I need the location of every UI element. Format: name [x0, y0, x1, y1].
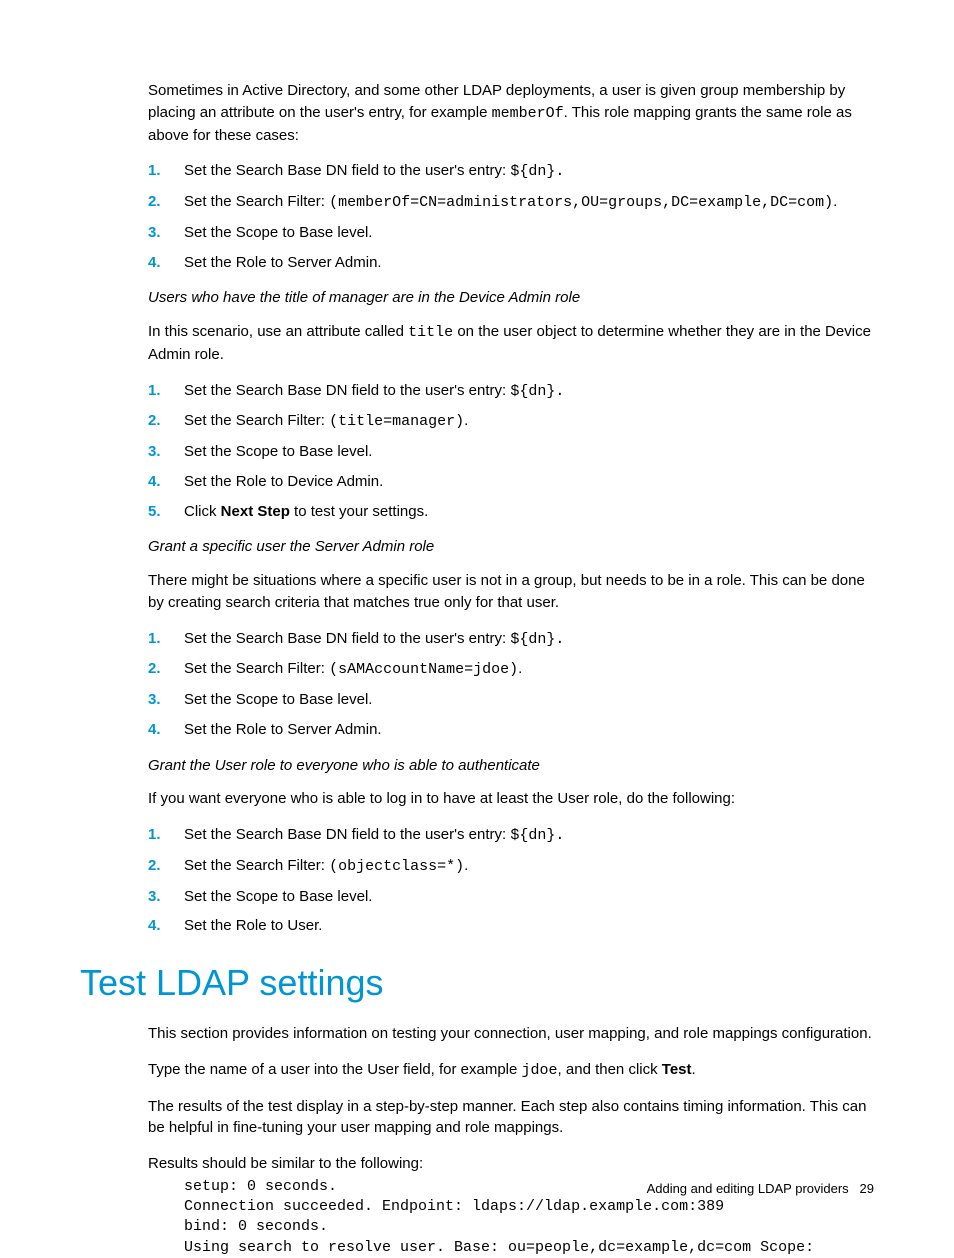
step-number: 3. — [148, 441, 174, 463]
text: to test your settings. — [290, 503, 428, 520]
list-item: 2. Set the Search Filter: (objectclass=*)… — [148, 855, 874, 878]
step-number: 4. — [148, 252, 174, 274]
step-number: 2. — [148, 191, 174, 213]
paragraph: In this scenario, use an attribute calle… — [148, 321, 874, 366]
list-item: 2. Set the Search Filter: (memberOf=CN=ad… — [148, 191, 874, 214]
bold-text: Test — [662, 1061, 692, 1078]
step-number: 1. — [148, 380, 174, 402]
code-inline: ${dn}. — [510, 383, 564, 400]
step-number: 1. — [148, 824, 174, 846]
step-number: 3. — [148, 222, 174, 244]
code-inline: ${dn}. — [510, 631, 564, 648]
list-item: 3. Set the Scope to Base level. — [148, 886, 874, 908]
list-item: 1. Set the Search Base DN field to the us… — [148, 380, 874, 403]
code-inline: ${dn}. — [510, 827, 564, 844]
code-inline: ${dn}. — [510, 163, 564, 180]
text: Type the name of a user into the User fi… — [148, 1061, 522, 1078]
paragraph: If you want everyone who is able to log … — [148, 788, 874, 810]
step-number: 5. — [148, 501, 174, 523]
list-item: 2. Set the Search Filter: (sAMAccountName… — [148, 658, 874, 681]
list-item: 1. Set the Search Base DN field to the us… — [148, 824, 874, 847]
text: Set the Search Base DN field to the user… — [184, 826, 510, 843]
paragraph: Type the name of a user into the User fi… — [148, 1059, 874, 1082]
subheading: Grant a specific user the Server Admin r… — [148, 536, 874, 558]
step-number: 4. — [148, 471, 174, 493]
code-inline: (sAMAccountName=jdoe) — [329, 661, 518, 678]
bold-text: Next Step — [221, 503, 290, 520]
list-item: 3. Set the Scope to Base level. — [148, 689, 874, 711]
step-number: 1. — [148, 628, 174, 650]
text: Set the Search Filter: — [184, 660, 329, 677]
code-inline: title — [408, 324, 453, 341]
text: . — [464, 412, 468, 429]
steps-list-1: 1. Set the Search Base DN field to the us… — [148, 160, 874, 273]
content-body: Sometimes in Active Directory, and some … — [148, 80, 874, 1258]
step-number: 4. — [148, 719, 174, 741]
text: Set the Role to Device Admin. — [184, 473, 383, 490]
text: Set the Role to User. — [184, 917, 322, 934]
list-item: 3. Set the Scope to Base level. — [148, 222, 874, 244]
code-inline: jdoe — [522, 1062, 558, 1079]
text: . — [833, 193, 837, 210]
list-item: 3. Set the Scope to Base level. — [148, 441, 874, 463]
paragraph: The results of the test display in a ste… — [148, 1096, 874, 1140]
text: , and then click — [558, 1061, 662, 1078]
step-number: 2. — [148, 658, 174, 680]
paragraph: This section provides information on tes… — [148, 1023, 874, 1045]
text: Set the Search Filter: — [184, 193, 329, 210]
code-inline: (objectclass=*) — [329, 858, 464, 875]
list-item: 4. Set the Role to User. — [148, 915, 874, 937]
text: . — [692, 1061, 696, 1078]
step-number: 2. — [148, 410, 174, 432]
list-item: 4. Set the Role to Server Admin. — [148, 252, 874, 274]
code-inline: (title=manager) — [329, 413, 464, 430]
text: In this scenario, use an attribute calle… — [148, 323, 408, 340]
page-number: 29 — [860, 1181, 874, 1196]
intro-paragraph: Sometimes in Active Directory, and some … — [148, 80, 874, 146]
step-number: 3. — [148, 689, 174, 711]
step-number: 4. — [148, 915, 174, 937]
text: Set the Scope to Base level. — [184, 443, 372, 460]
list-item: 2. Set the Search Filter: (title=manager)… — [148, 410, 874, 433]
code-inline: memberOf — [492, 105, 564, 122]
page-container: Sometimes in Active Directory, and some … — [0, 0, 954, 1235]
step-number: 3. — [148, 886, 174, 908]
section-heading: Test LDAP settings — [80, 957, 874, 1009]
step-number: 1. — [148, 160, 174, 182]
subheading: Grant the User role to everyone who is a… — [148, 755, 874, 777]
steps-list-2: 1. Set the Search Base DN field to the us… — [148, 380, 874, 523]
text: . — [464, 857, 468, 874]
text: Set the Search Base DN field to the user… — [184, 382, 510, 399]
page-footer: Adding and editing LDAP providers 29 — [647, 1180, 874, 1199]
list-item: 1. Set the Search Base DN field to the us… — [148, 628, 874, 651]
text: Click — [184, 503, 221, 520]
code-inline: (memberOf=CN=administrators,OU=groups,DC… — [329, 194, 833, 211]
text: Set the Role to Server Admin. — [184, 721, 382, 738]
text: . — [518, 660, 522, 677]
steps-list-3: 1. Set the Search Base DN field to the us… — [148, 628, 874, 741]
list-item: 4. Set the Role to Server Admin. — [148, 719, 874, 741]
steps-list-4: 1. Set the Search Base DN field to the us… — [148, 824, 874, 937]
text: Set the Search Base DN field to the user… — [184, 630, 510, 647]
list-item: 5. Click Next Step to test your settings. — [148, 501, 874, 523]
step-number: 2. — [148, 855, 174, 877]
footer-text: Adding and editing LDAP providers — [647, 1181, 849, 1196]
list-item: 1. Set the Search Base DN field to the us… — [148, 160, 874, 183]
text: Set the Role to Server Admin. — [184, 254, 382, 271]
list-item: 4. Set the Role to Device Admin. — [148, 471, 874, 493]
text: Set the Scope to Base level. — [184, 691, 372, 708]
paragraph: There might be situations where a specif… — [148, 570, 874, 614]
text: Set the Search Base DN field to the user… — [184, 162, 510, 179]
text: Set the Search Filter: — [184, 857, 329, 874]
text: Set the Search Filter: — [184, 412, 329, 429]
text: Set the Scope to Base level. — [184, 224, 372, 241]
text: Set the Scope to Base level. — [184, 888, 372, 905]
paragraph: Results should be similar to the followi… — [148, 1153, 874, 1175]
subheading: Users who have the title of manager are … — [148, 287, 874, 309]
